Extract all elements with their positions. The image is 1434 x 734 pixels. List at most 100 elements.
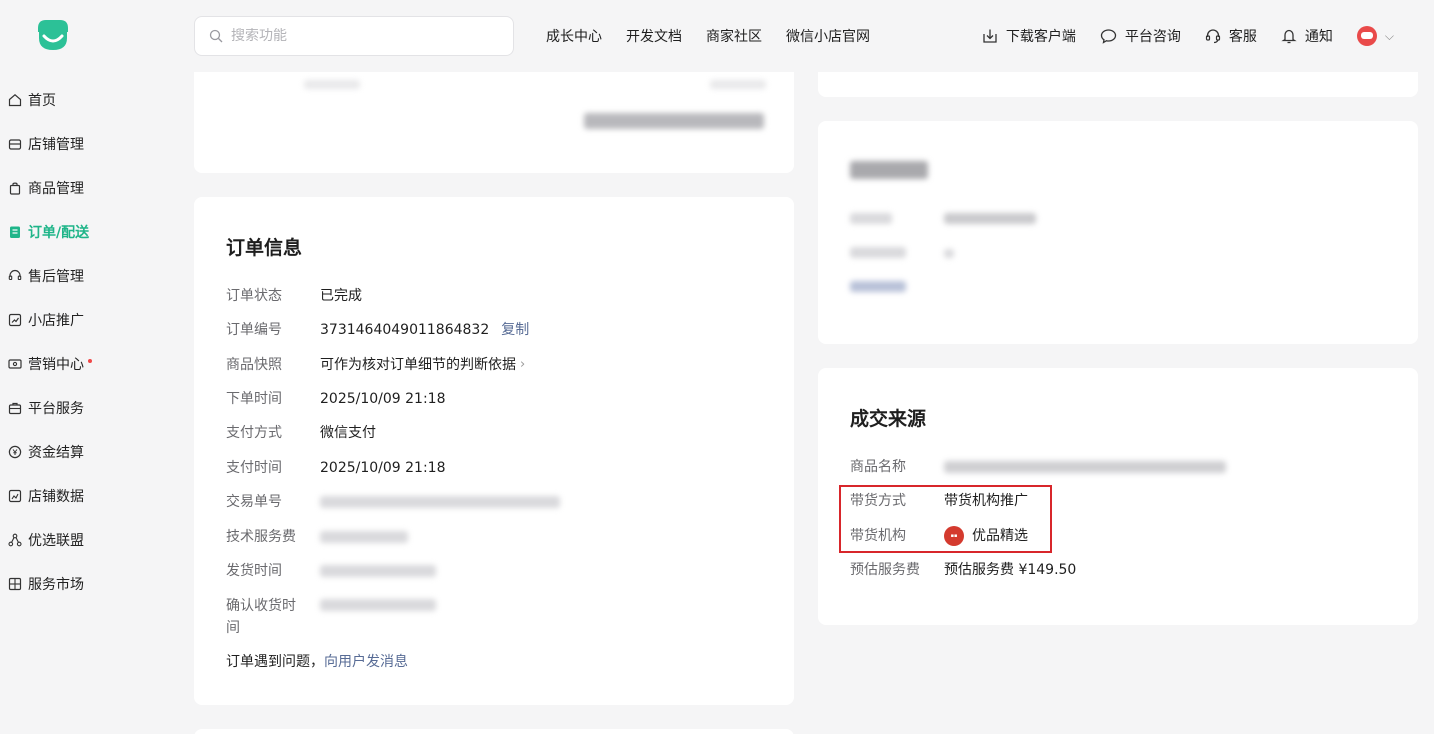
redacted-amount [584, 113, 764, 129]
download-icon [983, 29, 997, 43]
nav-growth-center[interactable]: 成长中心 [546, 26, 602, 46]
search-icon [209, 29, 223, 43]
sidebar-item-alliance[interactable]: 优选联盟 [0, 518, 180, 562]
search-input[interactable] [231, 28, 491, 44]
chart-icon [8, 313, 22, 327]
payment-time-row: 支付时间 2025/10/09 21:18 [226, 458, 446, 478]
order-info-card: 订单信息 订单状态 已完成 订单编号 3731464049011864832 复… [194, 197, 794, 705]
sidebar-item-store-data[interactable]: 店铺数据 [0, 474, 180, 518]
search-box[interactable] [194, 16, 514, 56]
copy-order-number-link[interactable]: 复制 [501, 320, 529, 340]
row-label: 支付方式 [226, 425, 282, 441]
org-logo-icon: ▪▪ [944, 526, 964, 546]
row-label: 支付时间 [226, 460, 282, 476]
sidebar-item-settlement[interactable]: 资金结算 [0, 430, 180, 474]
order-number-value: 3731464049011864832 [320, 322, 490, 338]
redacted-tech-fee [320, 531, 408, 543]
unread-dot [88, 359, 92, 363]
row-label: 交易单号 [226, 494, 282, 510]
chat-bubble-icon [1100, 29, 1117, 44]
sidebar-item-service-market[interactable]: 服务市场 [0, 562, 180, 606]
customer-service-button[interactable]: 客服 [1205, 26, 1257, 46]
redacted-receipt-time [320, 599, 436, 611]
sidebar-item-platform-services[interactable]: 平台服务 [0, 386, 180, 430]
notifications-button[interactable]: 通知 [1281, 26, 1333, 46]
redacted-link[interactable] [850, 281, 906, 292]
sidebar-item-label: 店铺管理 [28, 137, 84, 153]
download-client-button[interactable]: 下载客户端 [982, 26, 1076, 46]
account-menu[interactable]: ⌵ [1356, 26, 1394, 46]
bell-icon [1281, 29, 1297, 44]
platform-consult-button[interactable]: 平台咨询 [1100, 26, 1181, 46]
redacted-transaction-number [320, 496, 560, 508]
nav-dev-docs[interactable]: 开发文档 [626, 26, 682, 46]
service-label: 客服 [1228, 29, 1257, 45]
row-label: 预估服务费 [850, 562, 920, 578]
help-text: 订单遇到问题， [226, 654, 324, 670]
promo-method-value: 带货机构推广 [944, 493, 1028, 509]
sidebar-item-label: 商品管理 [28, 181, 84, 197]
redacted-text [710, 80, 766, 89]
row-label: 确认收货时间 [226, 598, 296, 636]
redacted-product-name [944, 461, 1226, 473]
nav-official-site[interactable]: 微信小店官网 [786, 26, 870, 46]
top-nav: 成长中心 开发文档 商家社区 微信小店官网 [546, 0, 870, 72]
sidebar-item-marketing[interactable]: 营销中心 [0, 342, 180, 386]
promo-method-row: 带货方式 带货机构推广 [850, 491, 1028, 511]
redacted-text [304, 80, 360, 89]
payment-time-value: 2025/10/09 21:18 [320, 460, 446, 476]
message-user-link[interactable]: 向用户发消息 [324, 652, 408, 672]
ticket-icon [8, 359, 22, 369]
row-label: 下单时间 [226, 391, 282, 407]
order-info-title: 订单信息 [226, 237, 303, 259]
right-top-card [818, 72, 1418, 97]
sidebar-item-products[interactable]: 商品管理 [0, 166, 180, 210]
sidebar-item-label: 小店推广 [28, 313, 84, 329]
sidebar-item-promotion[interactable]: 小店推广 [0, 298, 180, 342]
ship-time-row: 发货时间 [226, 561, 436, 581]
sidebar-item-label: 优选联盟 [28, 533, 84, 549]
sidebar-item-home[interactable]: 首页 [0, 78, 180, 122]
sidebar-item-label: 订单/配送 [28, 225, 90, 241]
sidebar-item-orders[interactable]: 订单/配送 [0, 210, 180, 254]
nav-merchant-community[interactable]: 商家社区 [706, 26, 762, 46]
payment-method-value: 微信支付 [320, 425, 376, 441]
row-label: 带货机构 [850, 528, 906, 544]
chevron-right-icon: › [520, 357, 526, 372]
avatar [1356, 26, 1377, 46]
next-card [194, 729, 794, 734]
transaction-number-row: 交易单号 [226, 492, 560, 512]
headset-icon [1205, 29, 1220, 44]
headset-icon [8, 269, 22, 281]
order-number-row: 订单编号 3731464049011864832 复制 [226, 320, 529, 340]
redacted-title [850, 161, 928, 179]
product-snapshot-value: 可作为核对订单细节的判断依据 [320, 357, 516, 373]
home-icon [8, 94, 22, 107]
sidebar-item-store[interactable]: 店铺管理 [0, 122, 180, 166]
order-summary-card [194, 72, 794, 173]
deal-source-title: 成交来源 [850, 408, 927, 430]
sidebar-item-aftersales[interactable]: 售后管理 [0, 254, 180, 298]
notify-label: 通知 [1304, 29, 1333, 45]
network-icon [8, 533, 22, 547]
order-status-value: 已完成 [320, 288, 362, 304]
logo-icon[interactable] [36, 18, 70, 52]
sidebar-item-label: 服务市场 [28, 577, 84, 593]
data-icon [8, 489, 22, 503]
sidebar-item-label: 首页 [28, 93, 56, 109]
confirm-receipt-row: 确认收货时间 [226, 595, 436, 639]
deal-source-card: 成交来源 商品名称 带货方式 带货机构推广 带货机构 ▪▪ 优品精选 预估服务费… [818, 368, 1418, 625]
order-help-row: 订单遇到问题， 向用户发消息 [226, 652, 408, 672]
sidebar: 首页 店铺管理 商品管理 订单/配送 售后管理 小店推广 营销中心 平台服务 资… [0, 78, 180, 606]
tech-fee-row: 技术服务费 [226, 527, 408, 547]
store-icon [8, 139, 22, 150]
order-time-value: 2025/10/09 21:18 [320, 391, 446, 407]
row-label: 技术服务费 [226, 529, 296, 545]
top-actions: 下载客户端 平台咨询 客服 通知 ⌵ [982, 0, 1394, 72]
estimated-fee-value: 预估服务费 ¥149.50 [944, 562, 1077, 578]
top-bar: 成长中心 开发文档 商家社区 微信小店官网 下载客户端 平台咨询 [0, 0, 1434, 72]
briefcase-icon [8, 402, 22, 415]
sidebar-item-label: 店铺数据 [28, 489, 84, 505]
promo-org-value: 优品精选 [972, 528, 1028, 544]
product-snapshot-row[interactable]: 商品快照 可作为核对订单细节的判断依据 › [226, 355, 525, 375]
